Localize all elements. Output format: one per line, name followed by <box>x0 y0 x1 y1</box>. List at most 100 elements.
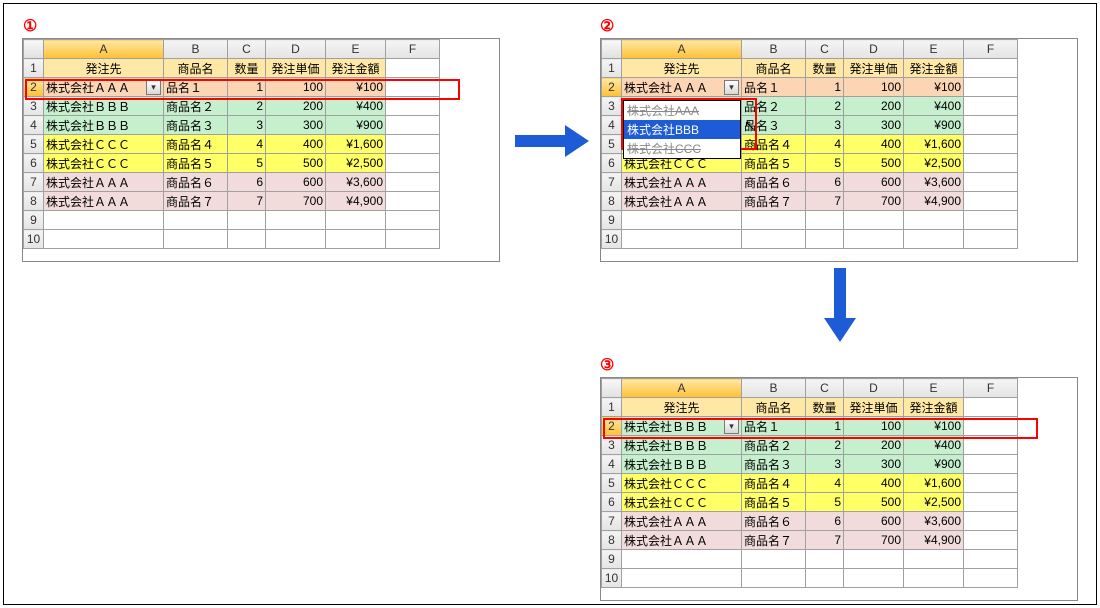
dropdown-list[interactable]: 株式会社AAA株式会社BBB株式会社CCC <box>623 100 741 159</box>
cell-F9[interactable] <box>386 211 440 230</box>
row-header-5[interactable]: 5 <box>24 135 44 154</box>
col-header-F[interactable]: F <box>964 40 1018 59</box>
cell-D9[interactable] <box>844 550 904 569</box>
cell-A4[interactable]: 株式会社ＢＢＢ <box>44 116 164 135</box>
cell-C8[interactable]: 7 <box>228 192 266 211</box>
cell-D8[interactable]: 700 <box>844 531 904 550</box>
cell-B6[interactable]: 商品名５ <box>742 493 806 512</box>
row-header-6[interactable]: 6 <box>602 493 622 512</box>
row-header-5[interactable]: 5 <box>602 474 622 493</box>
cell-D7[interactable]: 600 <box>844 173 904 192</box>
cell-C9[interactable] <box>806 550 844 569</box>
cell-B7[interactable]: 商品名６ <box>164 173 228 192</box>
row-header-10[interactable]: 10 <box>24 230 44 249</box>
col-header-F[interactable]: F <box>964 379 1018 398</box>
cell-C6[interactable]: 5 <box>228 154 266 173</box>
col-header-F[interactable]: F <box>386 40 440 59</box>
row-header-2[interactable]: 2 <box>24 78 44 97</box>
cell-E4[interactable]: ¥900 <box>904 116 964 135</box>
cell-F5[interactable] <box>386 135 440 154</box>
cell-C5[interactable]: 4 <box>228 135 266 154</box>
row-header-8[interactable]: 8 <box>602 531 622 550</box>
grid[interactable]: ABCDEF1発注先商品名数量発注単価発注金額2株式会社ＡＡＡ▾品名１1100¥… <box>23 39 440 249</box>
dropdown-option[interactable]: 株式会社CCC <box>624 139 740 158</box>
cell-C2[interactable]: 1 <box>228 78 266 97</box>
cell-B5[interactable]: 商品名４ <box>164 135 228 154</box>
cell-D5[interactable]: 400 <box>844 135 904 154</box>
cell-F6[interactable] <box>964 154 1018 173</box>
row-header-5[interactable]: 5 <box>602 135 622 154</box>
cell-C10[interactable] <box>806 569 844 588</box>
row-header-6[interactable]: 6 <box>24 154 44 173</box>
cell-C4[interactable]: 3 <box>228 116 266 135</box>
cell-C9[interactable] <box>228 211 266 230</box>
cell-E3[interactable]: ¥400 <box>326 97 386 116</box>
cell-C6[interactable]: 5 <box>806 493 844 512</box>
col-header-D[interactable]: D <box>266 40 326 59</box>
col-header-A[interactable]: A <box>622 40 742 59</box>
cell-A5[interactable]: 株式会社ＣＣＣ <box>622 474 742 493</box>
cell-A10[interactable] <box>622 569 742 588</box>
cell-D2[interactable]: 100 <box>844 78 904 97</box>
cell-B3[interactable]: 商品名２ <box>164 97 228 116</box>
cell-E8[interactable]: ¥4,900 <box>326 192 386 211</box>
row-header-1[interactable]: 1 <box>602 59 622 78</box>
col-header-C[interactable]: C <box>806 379 844 398</box>
select-all-corner[interactable] <box>602 379 622 398</box>
cell-A3[interactable]: 株式会社ＢＢＢ <box>622 436 742 455</box>
col-header-D[interactable]: D <box>844 379 904 398</box>
cell-B4[interactable]: 商品名３ <box>164 116 228 135</box>
cell-E2[interactable]: ¥100 <box>904 78 964 97</box>
dropdown-button[interactable]: ▾ <box>724 419 739 434</box>
cell-F4[interactable] <box>964 455 1018 474</box>
cell-A3[interactable]: 株式会社ＢＢＢ <box>44 97 164 116</box>
cell-B10[interactable] <box>164 230 228 249</box>
row-header-7[interactable]: 7 <box>602 512 622 531</box>
cell-D7[interactable]: 600 <box>844 512 904 531</box>
row-header-4[interactable]: 4 <box>602 116 622 135</box>
row-header-3[interactable]: 3 <box>602 97 622 116</box>
cell-C8[interactable]: 7 <box>806 531 844 550</box>
cell-C7[interactable]: 6 <box>806 173 844 192</box>
cell-B2[interactable]: 品名１ <box>742 78 806 97</box>
row-header-2[interactable]: 2 <box>602 417 622 436</box>
cell-F5[interactable] <box>964 474 1018 493</box>
cell-B3[interactable]: 商品名２ <box>742 436 806 455</box>
cell-A7[interactable]: 株式会社ＡＡＡ <box>622 173 742 192</box>
row-header-7[interactable]: 7 <box>602 173 622 192</box>
col-header-D[interactable]: D <box>844 40 904 59</box>
cell-F1[interactable] <box>386 59 440 78</box>
cell-E3[interactable]: ¥400 <box>904 97 964 116</box>
cell-B7[interactable]: 商品名６ <box>742 512 806 531</box>
cell-A10[interactable] <box>622 230 742 249</box>
row-header-6[interactable]: 6 <box>602 154 622 173</box>
cell-D9[interactable] <box>266 211 326 230</box>
cell-E6[interactable]: ¥2,500 <box>326 154 386 173</box>
cell-B9[interactable] <box>742 211 806 230</box>
cell-A4[interactable]: 株式会社ＢＢＢ <box>622 455 742 474</box>
cell-D4[interactable]: 300 <box>844 455 904 474</box>
cell-C2[interactable]: 1 <box>806 417 844 436</box>
cell-F10[interactable] <box>964 569 1018 588</box>
cell-F10[interactable] <box>386 230 440 249</box>
cell-B7[interactable]: 商品名６ <box>742 173 806 192</box>
cell-A7[interactable]: 株式会社ＡＡＡ <box>622 512 742 531</box>
cell-C8[interactable]: 7 <box>806 192 844 211</box>
cell-B5[interactable]: 商品名４ <box>742 135 806 154</box>
dropdown-button[interactable]: ▾ <box>146 80 161 95</box>
dropdown-option[interactable]: 株式会社AAA <box>624 101 740 120</box>
cell-F9[interactable] <box>964 550 1018 569</box>
cell-C10[interactable] <box>806 230 844 249</box>
col-header-A[interactable]: A <box>44 40 164 59</box>
cell-A9[interactable] <box>622 211 742 230</box>
cell-C5[interactable]: 4 <box>806 474 844 493</box>
cell-F8[interactable] <box>964 531 1018 550</box>
cell-B2[interactable]: 品名１ <box>164 78 228 97</box>
cell-E8[interactable]: ¥4,900 <box>904 531 964 550</box>
cell-F4[interactable] <box>964 116 1018 135</box>
cell-E2[interactable]: ¥100 <box>904 417 964 436</box>
cell-F2[interactable] <box>964 417 1018 436</box>
cell-A6[interactable]: 株式会社ＣＣＣ <box>622 493 742 512</box>
row-header-4[interactable]: 4 <box>24 116 44 135</box>
row-header-9[interactable]: 9 <box>24 211 44 230</box>
